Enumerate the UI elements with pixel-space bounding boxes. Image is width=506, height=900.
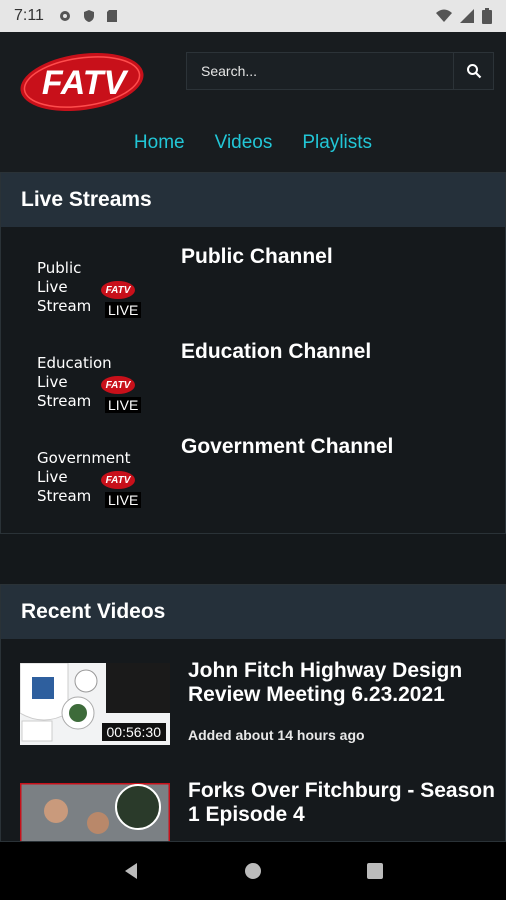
logo-text: FATV bbox=[42, 64, 130, 102]
status-time: 7:11 bbox=[14, 7, 44, 24]
main-nav: Home Videos Playlists bbox=[0, 132, 506, 154]
status-bar: 7:11 bbox=[0, 0, 506, 32]
search-button[interactable] bbox=[453, 53, 493, 89]
live-label: LIVE bbox=[105, 492, 142, 508]
nav-videos[interactable]: Videos bbox=[215, 132, 273, 154]
video-item[interactable]: Forks Over Fitchburg - Season 1 Episode … bbox=[1, 759, 505, 841]
gear-icon bbox=[59, 11, 70, 21]
recent-videos-panel: Recent Videos 00:56:30 John Fitch Highwa… bbox=[0, 584, 506, 842]
show-thumbnail-image bbox=[20, 783, 170, 841]
live-badge: FATV LIVE bbox=[101, 471, 142, 508]
video-item[interactable]: 00:56:30 John Fitch Highway Design Revie… bbox=[1, 639, 505, 759]
stream-item-public[interactable]: Public Live Stream FATV LIVE Public Chan… bbox=[1, 231, 505, 326]
nav-playlists[interactable]: Playlists bbox=[302, 132, 372, 154]
live-label: LIVE bbox=[105, 302, 142, 318]
fatv-logo[interactable]: FATV bbox=[18, 50, 148, 116]
search-input[interactable]: Search... bbox=[187, 53, 453, 89]
shield-icon bbox=[83, 10, 94, 22]
search-bar: Search... bbox=[186, 52, 494, 90]
system-nav-bar bbox=[0, 842, 506, 900]
back-icon[interactable] bbox=[121, 861, 141, 881]
video-title[interactable]: John Fitch Highway Design Review Meeting… bbox=[188, 659, 498, 707]
video-duration: 00:56:30 bbox=[101, 723, 166, 741]
sd-card-icon bbox=[106, 10, 117, 22]
video-thumbnail[interactable] bbox=[20, 783, 170, 841]
stream-thumbnail[interactable]: Public Live Stream FATV LIVE bbox=[37, 259, 147, 329]
site-header: FATV Search... Home Videos Playlists bbox=[0, 32, 506, 172]
recent-videos-heading: Recent Videos bbox=[1, 585, 505, 639]
signal-icon bbox=[460, 9, 474, 23]
live-badge: FATV LIVE bbox=[101, 281, 142, 318]
home-icon[interactable] bbox=[243, 861, 263, 881]
stream-item-government[interactable]: Government Live Stream FATV LIVE Governm… bbox=[1, 421, 505, 516]
stream-name[interactable]: Education Channel bbox=[181, 340, 371, 364]
stream-name[interactable]: Government Channel bbox=[181, 435, 393, 459]
video-added: Added about 14 hours ago bbox=[188, 727, 365, 743]
search-icon bbox=[466, 64, 481, 79]
battery-icon bbox=[482, 8, 492, 24]
live-streams-panel: Live Streams Public Live Stream FATV LIV… bbox=[0, 172, 506, 534]
stream-thumbnail[interactable]: Education Live Stream FATV LIVE bbox=[37, 354, 147, 424]
stream-item-education[interactable]: Education Live Stream FATV LIVE Educatio… bbox=[1, 326, 505, 421]
wifi-icon bbox=[436, 9, 452, 22]
video-title[interactable]: Forks Over Fitchburg - Season 1 Episode … bbox=[188, 779, 498, 827]
live-label: LIVE bbox=[105, 397, 142, 413]
stream-name[interactable]: Public Channel bbox=[181, 245, 333, 269]
live-badge: FATV LIVE bbox=[101, 376, 142, 413]
nav-home[interactable]: Home bbox=[134, 132, 185, 154]
video-thumbnail[interactable]: 00:56:30 bbox=[20, 663, 170, 745]
fatv-badge: FATV bbox=[101, 471, 135, 489]
stream-thumbnail[interactable]: Government Live Stream FATV LIVE bbox=[37, 449, 147, 519]
recents-icon[interactable] bbox=[365, 861, 385, 881]
fatv-badge: FATV bbox=[101, 376, 135, 394]
fatv-badge: FATV bbox=[101, 281, 135, 299]
live-streams-heading: Live Streams bbox=[1, 173, 505, 227]
